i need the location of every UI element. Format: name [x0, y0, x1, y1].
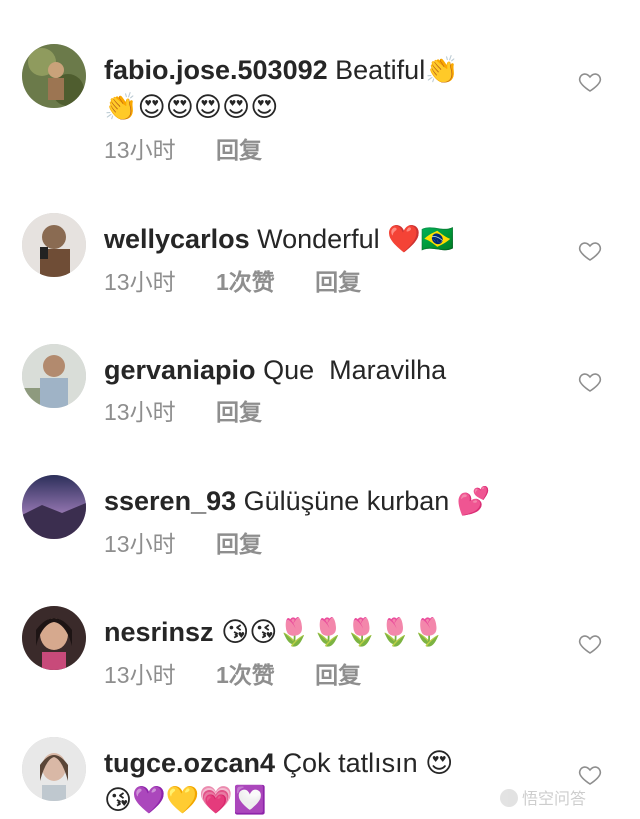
comment-line: 👏😍😍😍😍😍	[104, 89, 564, 126]
watermark-text: 悟空问答	[522, 791, 587, 808]
comment-meta: 13小时 1次赞 回复	[104, 266, 564, 298]
heart-outline-icon[interactable]	[578, 70, 602, 94]
comment-body: tugce.ozcan4 Çok tatlısın 😍 😘💜💛💗💟	[104, 745, 564, 819]
comment-line: nesrinsz 😘😘🌷🌷🌷🌷🌷	[104, 614, 564, 651]
reply-button[interactable]: 回复	[216, 528, 262, 560]
emoji: 😍	[425, 748, 454, 779]
avatar[interactable]	[22, 606, 86, 670]
username[interactable]: nesrinsz	[104, 617, 214, 647]
comment-body: fabio.jose.503092 Beatiful👏 👏😍😍😍😍😍 13小时 …	[104, 52, 564, 166]
comment-line: fabio.jose.503092 Beatiful👏	[104, 52, 564, 89]
emoji: 😘💜💛💗💟	[104, 785, 267, 816]
reply-button[interactable]: 回复	[315, 266, 361, 298]
heart-outline-icon[interactable]	[578, 370, 602, 394]
comment-body: wellycarlos Wonderful ❤️🇧🇷 13小时 1次赞 回复	[104, 221, 564, 298]
comment-text: Que Maravilha	[263, 355, 447, 385]
username[interactable]: wellycarlos	[104, 224, 250, 254]
reply-button[interactable]: 回复	[216, 396, 262, 428]
watermark-logo-icon	[500, 789, 518, 807]
comment-meta: 13小时 1次赞 回复	[104, 659, 564, 691]
comment-body: nesrinsz 😘😘🌷🌷🌷🌷🌷 13小时 1次赞 回复	[104, 614, 564, 691]
comment-body: sseren_93 Gülüşüne kurban 💕 13小时 回复	[104, 483, 564, 560]
comment-line: gervaniapio Que Maravilha	[104, 352, 564, 388]
comment-meta: 13小时 回复	[104, 396, 564, 428]
avatar[interactable]	[22, 213, 86, 277]
comment-list: fabio.jose.503092 Beatiful👏 👏😍😍😍😍😍 13小时 …	[0, 0, 640, 818]
username[interactable]: gervaniapio	[104, 355, 256, 385]
watermark: 悟空问答	[500, 785, 586, 809]
comment-line: sseren_93 Gülüşüne kurban 💕	[104, 483, 564, 520]
comment-text: Wonderful	[257, 224, 380, 254]
reply-button[interactable]: 回复	[315, 659, 361, 691]
emoji: ❤️🇧🇷	[387, 224, 455, 255]
timestamp: 13小时	[104, 531, 176, 557]
timestamp: 13小时	[104, 137, 176, 163]
comment-text: Gülüşüne kurban	[243, 486, 450, 516]
comment-text: Çok tatlısın	[282, 748, 418, 778]
username[interactable]: fabio.jose.503092	[104, 55, 328, 85]
comment-line: 😘💜💛💗💟	[104, 782, 564, 819]
emoji: 👏	[425, 55, 459, 86]
timestamp: 13小时	[104, 399, 176, 425]
comment-line: tugce.ozcan4 Çok tatlısın 😍	[104, 745, 564, 782]
emoji: 💕	[456, 486, 491, 517]
timestamp: 13小时	[104, 269, 176, 295]
heart-outline-icon[interactable]	[578, 632, 602, 656]
reply-button[interactable]: 回复	[216, 134, 262, 166]
comment-text: Beatiful	[335, 55, 426, 85]
emoji: 😘😘🌷🌷🌷🌷🌷	[221, 617, 446, 648]
avatar[interactable]	[22, 737, 86, 801]
comment-line: wellycarlos Wonderful ❤️🇧🇷	[104, 221, 564, 258]
username[interactable]: sseren_93	[104, 486, 236, 516]
emoji: 👏😍😍😍😍😍	[104, 92, 279, 123]
likes-count[interactable]: 1次赞	[216, 266, 275, 298]
username[interactable]: tugce.ozcan4	[104, 748, 275, 778]
avatar[interactable]	[22, 475, 86, 539]
likes-count[interactable]: 1次赞	[216, 659, 275, 691]
comment-meta: 13小时 回复	[104, 134, 564, 166]
timestamp: 13小时	[104, 662, 176, 688]
heart-outline-icon[interactable]	[578, 763, 602, 787]
avatar[interactable]	[22, 344, 86, 408]
comment-body: gervaniapio Que Maravilha 13小时 回复	[104, 352, 564, 428]
comment-meta: 13小时 回复	[104, 528, 564, 560]
avatar[interactable]	[22, 44, 86, 108]
heart-outline-icon[interactable]	[578, 239, 602, 263]
